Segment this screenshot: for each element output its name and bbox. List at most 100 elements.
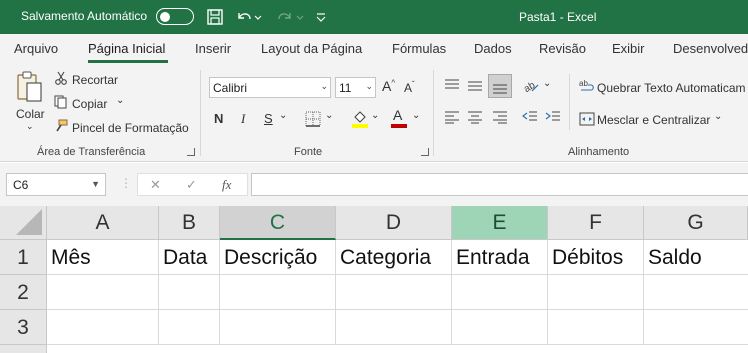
column-header-f[interactable]: F	[548, 206, 644, 240]
cell-e3[interactable]	[452, 310, 548, 345]
format-painter-label[interactable]: Pincel de Formatação	[72, 121, 189, 135]
copy-label[interactable]: Copiar	[72, 97, 107, 111]
decrease-indent-icon[interactable]	[522, 110, 538, 124]
cell-d3[interactable]	[336, 310, 452, 345]
shrink-font-icon[interactable]: Aˇ	[404, 80, 415, 95]
cell-a1[interactable]: Mês	[47, 240, 159, 275]
redo-icon[interactable]	[275, 7, 295, 27]
underline-dropdown-icon[interactable]: ⌄	[279, 110, 287, 121]
tab-pagina-inicial[interactable]: Página Inicial	[88, 41, 165, 56]
merge-center-icon[interactable]	[579, 112, 595, 126]
save-icon[interactable]	[205, 7, 225, 27]
cell-a3[interactable]	[47, 310, 159, 345]
cell-d2[interactable]	[336, 275, 452, 310]
window-title: Pasta1 - Excel	[519, 10, 597, 24]
column-header-b[interactable]: B	[159, 206, 220, 240]
wrap-text-icon[interactable]: ab	[579, 78, 595, 94]
font-group-label: Fonte	[294, 146, 323, 158]
select-all-corner[interactable]	[0, 206, 47, 240]
column-header-c[interactable]: C	[220, 206, 336, 240]
cell-a2[interactable]	[47, 275, 159, 310]
column-header-a[interactable]: A	[47, 206, 159, 240]
format-painter-icon[interactable]	[54, 119, 68, 133]
cell-g3[interactable]	[644, 310, 748, 345]
undo-icon[interactable]	[234, 7, 254, 27]
paste-icon[interactable]	[15, 70, 45, 104]
redo-dropdown-icon[interactable]	[295, 7, 305, 27]
cell-c2[interactable]	[220, 275, 336, 310]
column-header-d[interactable]: D	[336, 206, 452, 240]
font-color-dropdown-icon[interactable]: ⌄	[412, 110, 420, 121]
cell-b2[interactable]	[159, 275, 220, 310]
align-center-icon[interactable]	[467, 110, 483, 124]
cell-f2[interactable]	[548, 275, 644, 310]
tab-desenvolvedor[interactable]: Desenvolved	[673, 41, 748, 56]
tab-layout-da-pagina[interactable]: Layout da Página	[261, 41, 362, 56]
align-bottom-button[interactable]	[488, 74, 512, 98]
align-right-icon[interactable]	[492, 110, 508, 124]
insert-function-icon[interactable]: fx	[222, 177, 231, 193]
drag-handle-icon[interactable]: ⋮	[120, 176, 132, 190]
underline-button[interactable]: S	[264, 111, 273, 126]
fill-color-icon[interactable]	[351, 109, 369, 129]
align-top-icon[interactable]	[444, 78, 460, 92]
chevron-down-icon: ⌄	[320, 81, 328, 91]
cut-icon[interactable]	[54, 71, 68, 85]
cell-b3[interactable]	[159, 310, 220, 345]
align-left-icon[interactable]	[444, 110, 460, 124]
customize-qat-icon[interactable]	[314, 7, 328, 27]
column-header-e[interactable]: E	[452, 206, 548, 240]
cell-c1[interactable]: Descrição	[220, 240, 336, 275]
orientation-icon[interactable]: ab	[522, 76, 540, 94]
copy-dropdown-icon[interactable]: ⌄	[116, 95, 124, 106]
copy-icon[interactable]	[54, 95, 68, 109]
tab-formulas[interactable]: Fórmulas	[392, 41, 446, 56]
cell-g1[interactable]: Saldo	[644, 240, 748, 275]
merge-dropdown-icon[interactable]: ⌄	[714, 111, 722, 122]
cell-e1[interactable]: Entrada	[452, 240, 548, 275]
merge-center-label[interactable]: Mesclar e Centralizar	[597, 113, 710, 127]
font-size-combo[interactable]: 11 ⌄	[335, 77, 376, 98]
tab-inserir[interactable]: Inserir	[195, 41, 231, 56]
grow-font-icon[interactable]: A^	[382, 78, 395, 94]
row-header-2[interactable]: 2	[0, 275, 47, 310]
row-header-1[interactable]: 1	[0, 240, 47, 275]
autosave-toggle[interactable]	[156, 8, 194, 25]
font-launcher-icon[interactable]	[421, 148, 429, 156]
cell-f1[interactable]: Débitos	[548, 240, 644, 275]
formula-input[interactable]	[251, 173, 748, 196]
enter-icon[interactable]: ✓	[186, 177, 197, 193]
increase-indent-icon[interactable]	[545, 110, 561, 124]
cut-label[interactable]: Recortar	[72, 73, 118, 87]
align-middle-icon[interactable]	[467, 78, 483, 92]
font-name-combo[interactable]: Calibri ⌄	[209, 77, 331, 98]
align-bottom-icon	[493, 84, 507, 94]
cell-g2[interactable]	[644, 275, 748, 310]
row-header-4[interactable]	[0, 345, 47, 353]
paste-dropdown-icon[interactable]: ⌄	[26, 121, 34, 132]
cancel-icon[interactable]: ✕	[150, 177, 161, 193]
cell-d1[interactable]: Categoria	[336, 240, 452, 275]
cell-c3[interactable]	[220, 310, 336, 345]
clipboard-launcher-icon[interactable]	[187, 148, 195, 156]
paste-label[interactable]: Colar	[16, 107, 45, 121]
cell-e2[interactable]	[452, 275, 548, 310]
undo-dropdown-icon[interactable]	[253, 7, 263, 27]
wrap-text-label[interactable]: Quebrar Texto Automaticam	[597, 81, 746, 95]
cell-f3[interactable]	[548, 310, 644, 345]
name-box[interactable]: C6 ▼	[6, 173, 106, 196]
borders-dropdown-icon[interactable]: ⌄	[325, 110, 333, 121]
tab-dados[interactable]: Dados	[474, 41, 512, 56]
row-header-3[interactable]: 3	[0, 310, 47, 345]
cell-b1[interactable]: Data	[159, 240, 220, 275]
fill-color-dropdown-icon[interactable]: ⌄	[371, 110, 379, 121]
orientation-dropdown-icon[interactable]: ⌄	[543, 78, 551, 89]
tab-revisao[interactable]: Revisão	[539, 41, 586, 56]
font-color-icon[interactable]: A	[393, 107, 402, 123]
tab-exibir[interactable]: Exibir	[612, 41, 645, 56]
italic-button[interactable]: I	[241, 111, 245, 127]
column-header-g[interactable]: G	[644, 206, 748, 240]
tab-arquivo[interactable]: Arquivo	[14, 41, 58, 56]
bold-button[interactable]: N	[214, 111, 223, 126]
borders-icon[interactable]	[305, 111, 321, 127]
